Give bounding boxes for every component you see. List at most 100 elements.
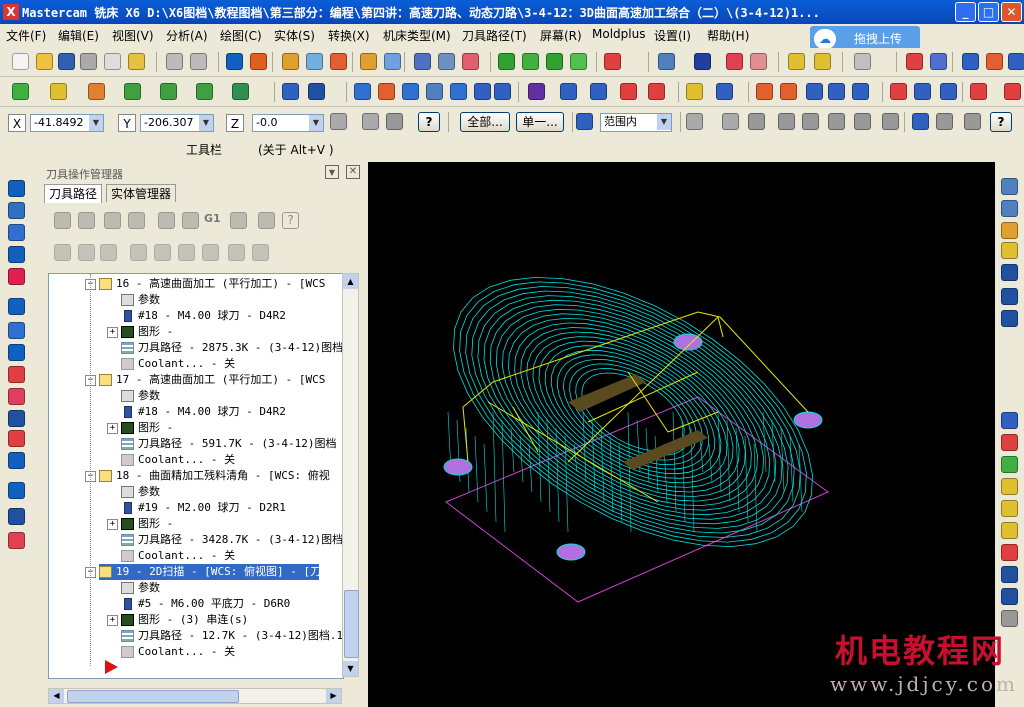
expand-icon[interactable]: + [107,423,118,434]
print-preview-icon[interactable] [104,53,121,70]
select-icon[interactable] [8,532,25,549]
grid-icon[interactable] [560,83,577,100]
menu-solids[interactable]: 实体(S) [274,27,315,44]
check-icon[interactable] [912,113,929,130]
chamfer-icon[interactable] [620,83,637,100]
scale-icon[interactable] [426,83,443,100]
menu-analyze[interactable]: 分析(A) [166,27,208,44]
doc-icon[interactable] [806,83,823,100]
op-tool-icon-7[interactable] [258,212,275,229]
op-tool-icon-5[interactable] [182,212,199,229]
scroll-down-icon[interactable]: ▼ [343,661,358,676]
tree-item[interactable]: 参数 [121,292,160,308]
tree-item[interactable]: #18 - M4.00 球刀 - D4R2 [121,404,286,420]
tree-item[interactable]: + 图形 - [107,420,173,436]
sphere-icon[interactable] [694,53,711,70]
zoom-icon[interactable] [1001,178,1018,195]
repaint-icon[interactable] [462,53,479,70]
return-icon[interactable] [882,113,899,130]
scroll-up-icon[interactable]: ▲ [343,274,358,289]
toolpath-tree[interactable]: −16 - 高速曲面加工 (平行加工) - [WCS 参数 #18 - M4.00 … [48,273,344,679]
line-icon[interactable] [50,83,67,100]
y-coord-input[interactable]: -206.307 ▼ [140,114,214,132]
operation-row[interactable]: −17 - 高速曲面加工 (平行加工) - [WCS [85,372,325,388]
box-select-icon[interactable] [686,113,703,130]
stack-icon[interactable] [386,113,403,130]
pan-icon[interactable] [1001,222,1018,239]
pencil-icon[interactable] [788,53,805,70]
globe-right-icon[interactable] [1001,588,1018,605]
loft-icon[interactable] [8,344,25,361]
menu-help[interactable]: 帮助(H) [707,27,749,44]
op-tool-icon-4[interactable] [158,212,175,229]
menu-toolpaths[interactable]: 刀具路径(T) [462,27,527,44]
zoom-out-icon[interactable] [330,53,347,70]
menu-settings[interactable]: 设置(I) [654,27,691,44]
mirror-icon[interactable] [378,83,395,100]
z-coord-input[interactable]: -0.0 ▼ [252,114,324,132]
tree-item[interactable]: 参数 [121,388,160,404]
extend-icon[interactable] [308,83,325,100]
array-icon[interactable] [474,83,491,100]
scroll-thumb[interactable] [344,590,359,658]
up-arrow-icon[interactable] [8,180,25,197]
grid-right-icon[interactable] [1001,544,1018,561]
cube-front-icon[interactable] [522,53,539,70]
union-icon[interactable] [8,322,25,339]
x-coord-input[interactable]: -41.8492 ▼ [30,114,104,132]
translate-icon[interactable] [494,83,511,100]
cam-icon[interactable] [970,83,987,100]
tree-item[interactable]: Coolant... - 关 [121,452,235,468]
close-button[interactable]: ✕ [1001,2,1022,22]
menu-create[interactable]: 绘图(C) [220,27,262,44]
edit-icon[interactable] [128,53,145,70]
op-tool2-icon-3[interactable] [130,244,147,261]
hex3-icon[interactable] [802,113,819,130]
nav-icon[interactable] [962,53,979,70]
dropdown-arrow-icon[interactable]: ▼ [89,115,103,131]
book-icon[interactable] [1001,310,1018,327]
tree-item[interactable]: 刀具路径 - 12.7K - (3-4-12)图档.1 [121,628,343,644]
op-tool2-icon-8[interactable] [252,244,269,261]
panel-close-button[interactable]: ✕ [346,165,360,179]
tree-item[interactable]: #19 - M2.00 球刀 - D2R1 [121,500,286,516]
op-tool-icon-0[interactable] [54,212,71,229]
select-single-button[interactable]: 单一... [516,112,564,132]
menu-file[interactable]: 文件(F) [6,27,46,44]
gear-icon[interactable] [914,83,931,100]
open-file-icon[interactable] [36,53,53,70]
op-help-icon[interactable]: ? [282,212,299,229]
tree-item[interactable]: 刀具路径 - 2875.3K - (3-4-12)图档 [121,340,343,356]
menu-edit[interactable]: 编辑(E) [58,27,99,44]
tree-item[interactable]: + 图形 - (3) 串连(s) [107,612,248,628]
circle-icon[interactable] [88,83,105,100]
solid-shape-icon[interactable] [8,268,25,285]
tree-item[interactable]: #18 - M4.00 球刀 - D4R2 [121,308,286,324]
zoom2-icon[interactable] [1001,200,1018,217]
tab-solids-manager[interactable]: 实体管理器 [106,184,177,202]
op-tool2-icon-1[interactable] [78,244,95,261]
insert-arrow-icon[interactable] [105,660,118,674]
tree-item[interactable]: Coolant... - 关 [121,548,235,564]
spline-icon[interactable] [160,83,177,100]
operation-row[interactable]: −19 - 2D扫描 - [WCS: 俯视图] - [刀具 [85,564,332,580]
op-tool-icon-3[interactable] [128,212,145,229]
link-icon[interactable] [828,83,845,100]
list-icon[interactable] [780,83,797,100]
mirror2-icon[interactable] [1004,83,1021,100]
tree-item[interactable]: 参数 [121,484,160,500]
menu-xform[interactable]: 转换(X) [328,27,370,44]
dropdown-arrow-icon[interactable]: ▼ [657,114,671,130]
tree-item[interactable]: + 图形 - [107,324,173,340]
line-right-icon[interactable] [1001,478,1018,495]
tree-item[interactable]: 刀具路径 - 3428.7K - (3-4-12)图档 [121,532,343,548]
arc-icon[interactable] [8,224,25,241]
fast-point-icon[interactable] [330,113,347,130]
circle-right-icon[interactable] [1001,500,1018,517]
lock-icon[interactable] [362,113,379,130]
tree-item[interactable]: 参数 [121,580,160,596]
help-button[interactable]: ? [418,112,440,132]
scroll-right-icon[interactable]: ▶ [326,689,341,703]
tree-item[interactable]: 刀具路径 - 591.7K - (3-4-12)图档 [121,436,336,452]
maximize-button[interactable]: □ [978,2,999,22]
